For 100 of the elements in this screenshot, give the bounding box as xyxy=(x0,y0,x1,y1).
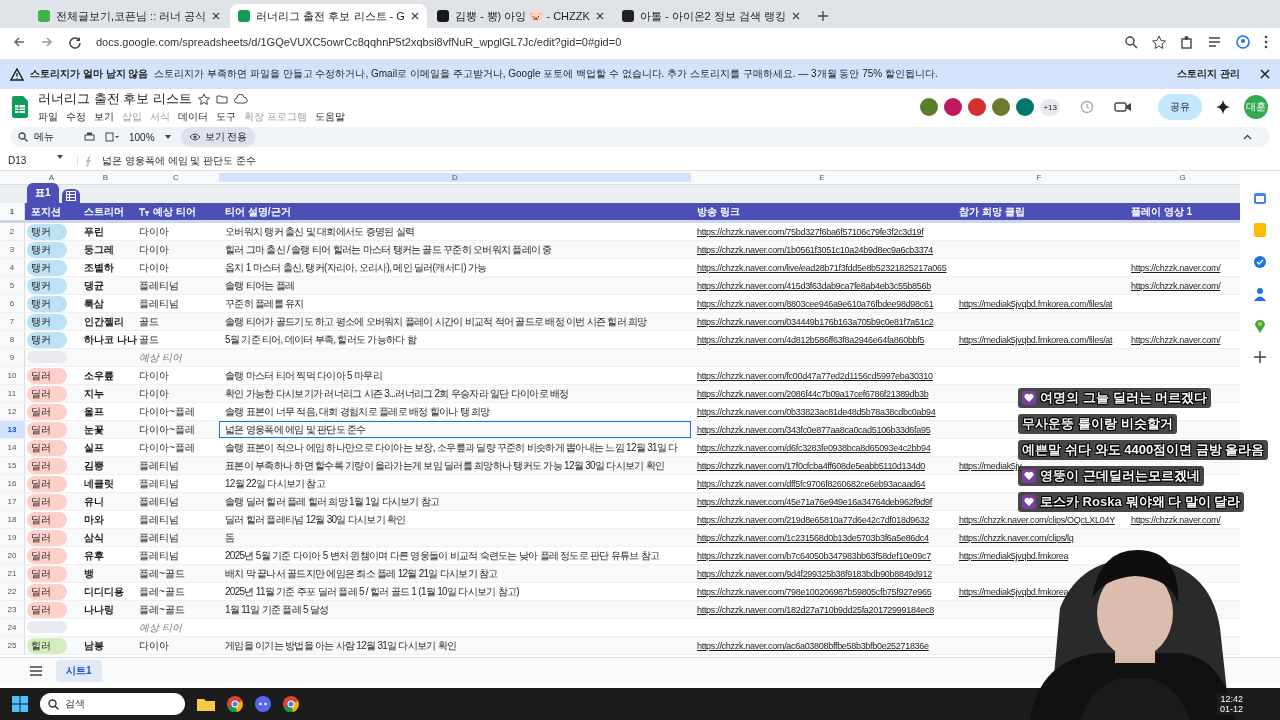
name-box[interactable]: D13 xyxy=(8,155,27,166)
stream-link[interactable]: https://chzzk.naver.com/live/ead28b71f3fdd5e8b52321825217a065 xyxy=(697,263,947,273)
column-header[interactable]: E xyxy=(691,173,953,182)
stream-link[interactable]: https://chzzk.naver.com/1b0561f3051c10a24b9d8ec9a6cb3374 xyxy=(697,245,933,255)
table-icon[interactable] xyxy=(65,191,76,201)
chat-app-icon[interactable] xyxy=(255,696,271,712)
table-name-tab[interactable]: 표1 xyxy=(27,183,59,203)
close-icon[interactable] xyxy=(1260,69,1270,79)
stream-link[interactable]: https://chzzk.naver.com/8803cee946a9e610a76fbdee98d98c61 xyxy=(697,299,934,309)
close-icon[interactable] xyxy=(595,12,604,20)
stream-link[interactable]: https://chzzk.naver.com/034449b176b163a705b9c0e81f7a51c2 xyxy=(697,317,934,327)
clip-link[interactable]: https://chzzk.naver.com/clips/lq xyxy=(959,533,1074,543)
menu-item[interactable]: 수정 xyxy=(66,110,86,124)
more-collaborators-badge[interactable]: +13 xyxy=(1040,98,1060,116)
clip-link[interactable]: https://mediak5jvqbd.fmkorea.com/files/at xyxy=(959,335,1113,345)
menu-item[interactable]: 도구 xyxy=(216,110,236,124)
zoom-dropdown[interactable]: 100% xyxy=(129,131,155,143)
menu-search-field[interactable]: 메뉴 xyxy=(34,130,74,144)
caret-icon[interactable] xyxy=(57,155,63,159)
manage-storage-link[interactable]: 스토리지 관리 xyxy=(1177,67,1240,81)
star-icon[interactable] xyxy=(1152,35,1166,49)
new-tab-icon[interactable] xyxy=(817,11,828,21)
stream-link[interactable]: https://chzzk.naver.com/343fc0e877aa8ca0cad5106b33d6fa95 xyxy=(697,425,931,435)
all-sheets-icon[interactable] xyxy=(30,665,42,676)
menu-icon[interactable] xyxy=(1264,35,1268,49)
forward-icon[interactable] xyxy=(40,35,54,49)
browser-tab[interactable]: 전체글보기,코픈님 :: 러너 공식 xyxy=(30,4,229,28)
view-only-button[interactable]: 보기 전용 xyxy=(180,127,256,147)
stream-link[interactable]: https://chzzk.naver.com/0b33823ac81de48d5b78a38cdbc0ab94 xyxy=(697,407,936,417)
browser-tab[interactable]: 아톨 - 아이온2 정보 검색 랭킹 xyxy=(613,4,808,28)
add-icon[interactable] xyxy=(1254,351,1266,363)
share-button[interactable]: 공유 xyxy=(1158,94,1202,120)
stream-link[interactable]: https://chzzk.naver.com/fc00d47a77ed2d1156cd5997eba30310 xyxy=(697,371,933,381)
close-icon[interactable] xyxy=(212,12,221,20)
print-icon[interactable] xyxy=(84,132,95,142)
collaborator-avatar[interactable] xyxy=(1016,98,1035,116)
stream-link[interactable]: https://chzzk.naver.com/219d8e65810a77d6e42c7df018d9632 xyxy=(697,515,930,525)
formula-field[interactable]: 넓은 영웅폭에 에임 및 판단도 준수 xyxy=(94,153,256,168)
stream-link[interactable]: https://chzzk.naver.com/dff5fc9706f8260682ce6eb93acaad64 xyxy=(697,479,926,489)
profile-icon[interactable] xyxy=(1236,35,1250,49)
clip-link[interactable]: https://mediak5jvqbd.fmkorea xyxy=(959,551,1069,561)
move-folder-icon[interactable] xyxy=(215,93,228,105)
address-bar[interactable]: docs.google.com/spreadsheets/d/1GQeVUXC5owrCc8qqhnP5t2xqbsi8vfNuR_wpglGL7Jc/edit?gid=0#gid=0 xyxy=(96,36,1110,48)
stream-link[interactable]: https://chzzk.naver.com/9d4f299325b38f9183bdb90b8849d912 xyxy=(697,569,932,579)
star-icon[interactable] xyxy=(197,93,210,105)
stream-link[interactable]: https://chzzk.naver.com/75bd327f6ba6f57106c79fe3f2c3d19f xyxy=(697,227,924,237)
search-icon[interactable] xyxy=(18,132,28,142)
folder-icon[interactable] xyxy=(197,697,215,711)
video-link[interactable]: https://chzzk.naver.com/ xyxy=(1131,281,1221,291)
collaborator-avatar[interactable] xyxy=(968,98,987,116)
stream-link[interactable]: https://chzzk.naver.com/45e71a76e949e16a34764deb962f9d9f xyxy=(697,497,932,507)
cloud-icon[interactable] xyxy=(233,94,248,104)
collaborator-avatar[interactable] xyxy=(992,98,1011,116)
windows-start-icon[interactable] xyxy=(12,696,28,712)
menu-item[interactable]: 데이터 xyxy=(178,110,208,124)
video-link[interactable]: https://chzzk.naver.com/ xyxy=(1131,335,1221,345)
close-icon[interactable] xyxy=(410,12,419,20)
list-icon[interactable] xyxy=(1208,35,1222,49)
person-icon[interactable] xyxy=(1254,287,1266,301)
tasks-icon[interactable] xyxy=(1253,255,1267,269)
menu-item[interactable]: 보기 xyxy=(94,110,114,124)
column-header[interactable]: G xyxy=(1125,173,1240,182)
back-icon[interactable] xyxy=(12,35,26,49)
collaborator-avatar[interactable] xyxy=(944,98,963,116)
stream-link[interactable]: https://chzzk.naver.com/17f0cfcba4ff608de5eabb5110d134d0 xyxy=(697,461,926,471)
close-icon[interactable] xyxy=(791,12,800,20)
stream-link[interactable]: https://chzzk.naver.com/ac6a03808bffbe58b3bfb0e25271836e xyxy=(697,641,929,651)
collaborator-avatar[interactable] xyxy=(920,98,939,116)
calendar-icon[interactable] xyxy=(1253,191,1267,205)
chrome-icon[interactable] xyxy=(283,696,299,712)
chrome-icon[interactable] xyxy=(227,696,243,712)
stream-link[interactable]: https://chzzk.naver.com/4d812b586ff63f8a2946e64fa860bbf5 xyxy=(697,335,925,345)
document-title[interactable]: 러너리그 출전 후보 리스트 xyxy=(38,90,192,108)
zoom-icon[interactable] xyxy=(1124,35,1138,49)
menu-item[interactable]: 도움말 xyxy=(314,110,345,124)
paint-format-icon[interactable] xyxy=(105,132,119,142)
stream-link[interactable]: https://chzzk.naver.com/1c231568d0b13de5703b3f6a5e86dc4 xyxy=(697,533,929,543)
clip-link[interactable]: https://mediak5jvqbd.fmkorea.com/files/at xyxy=(959,299,1113,309)
video-call-icon[interactable] xyxy=(1114,101,1132,113)
video-link[interactable]: https://chzzk.naver.com/ xyxy=(1131,263,1221,273)
clip-link[interactable]: https://mediak5jvqbd.fmkorea xyxy=(959,587,1069,597)
column-header[interactable]: F xyxy=(953,173,1125,182)
map-pin-icon[interactable] xyxy=(1254,319,1266,333)
stream-link[interactable]: https://chzzk.naver.com/b7c64050b347983bb63f58def10e09c7 xyxy=(697,551,931,561)
video-link[interactable]: https://chzzk.naver.com/ xyxy=(1131,515,1221,525)
column-header[interactable]: C xyxy=(133,173,219,182)
menu-item[interactable]: 파일 xyxy=(38,110,58,124)
reload-icon[interactable] xyxy=(68,35,82,49)
column-header[interactable]: A xyxy=(25,173,78,182)
clip-link[interactable]: https://chzzk.naver.com/clips/OQcLXL04Y xyxy=(959,515,1115,525)
stream-link[interactable]: https://chzzk.naver.com/d6fc3283fe0938bca8d65093e4c2bb94 xyxy=(697,443,931,453)
stream-link[interactable]: https://chzzk.naver.com/415d3f63dab9ca7fe8ab4eb3c55b856b xyxy=(697,281,931,291)
column-header[interactable]: D xyxy=(219,173,691,182)
collapse-icon[interactable] xyxy=(1243,134,1252,140)
sparkle-icon[interactable] xyxy=(1216,100,1230,114)
stream-link[interactable]: https://chzzk.naver.com/2086f44c7b09a17cef6786f21389db3b xyxy=(697,389,929,399)
stream-link[interactable]: https://chzzk.naver.com/798e100206987b59805cfb75f927e965 xyxy=(697,587,932,597)
browser-tab[interactable]: 러너리그 출전 후보 리스트 - G xyxy=(230,4,427,28)
column-header[interactable]: B xyxy=(78,173,133,182)
caret-icon[interactable] xyxy=(164,135,171,139)
